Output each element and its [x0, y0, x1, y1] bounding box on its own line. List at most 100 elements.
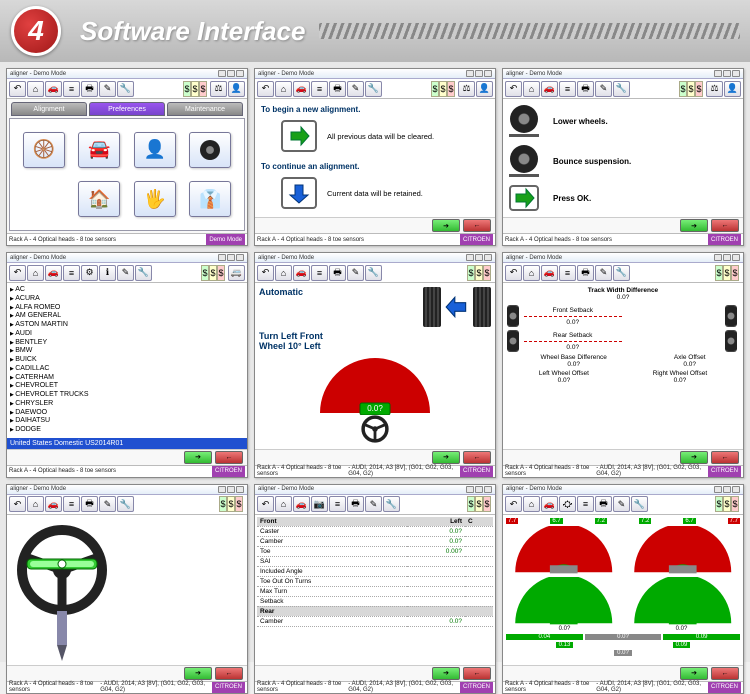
wrench-icon[interactable]: 🔧: [135, 265, 152, 281]
db-icon[interactable]: ⚙: [81, 265, 98, 281]
menu-icon[interactable]: ≡: [329, 496, 346, 512]
next-button[interactable]: ➔: [184, 667, 212, 680]
close-btn[interactable]: [236, 70, 244, 77]
min-btn[interactable]: [218, 254, 226, 261]
close-btn[interactable]: [236, 486, 244, 493]
list-item[interactable]: CHEVROLET: [10, 382, 244, 391]
continue-align-button[interactable]: [281, 177, 317, 209]
menu-icon[interactable]: ≡: [63, 496, 80, 512]
wrench-icon[interactable]: 🔧: [631, 496, 648, 512]
car-icon[interactable]: 🚗: [293, 81, 310, 97]
back-button[interactable]: ←: [215, 667, 243, 680]
ok-button[interactable]: [509, 185, 539, 211]
max-btn[interactable]: [227, 70, 235, 77]
back-button[interactable]: ←: [215, 451, 243, 464]
home-icon[interactable]: ⌂: [27, 496, 44, 512]
veh-icon[interactable]: 🚐: [228, 265, 245, 281]
back-icon[interactable]: ↶: [257, 265, 274, 281]
close-btn[interactable]: [732, 254, 740, 261]
min-btn[interactable]: [714, 254, 722, 261]
car-icon[interactable]: 🚗: [541, 496, 558, 512]
next-button[interactable]: ➔: [680, 451, 708, 464]
scale-icon[interactable]: ⚖: [210, 81, 227, 97]
menu-icon[interactable]: ≡: [311, 81, 328, 97]
max-btn[interactable]: [723, 486, 731, 493]
menu-icon[interactable]: ≡: [577, 496, 594, 512]
max-btn[interactable]: [723, 70, 731, 77]
list-item[interactable]: ASTON MARTIN: [10, 321, 244, 330]
wheel-icon[interactable]: 🛞: [23, 132, 65, 168]
menu-icon[interactable]: ≡: [311, 265, 328, 281]
back-icon[interactable]: ↶: [505, 81, 522, 97]
list-item[interactable]: AC: [10, 286, 244, 295]
menu-icon[interactable]: ≡: [559, 265, 576, 281]
back-button[interactable]: ←: [463, 219, 491, 232]
menu-icon[interactable]: ≡: [63, 265, 80, 281]
max-btn[interactable]: [475, 254, 483, 261]
print-icon[interactable]: 🖶: [81, 496, 98, 512]
user-icon[interactable]: 👤: [476, 81, 493, 97]
list-item[interactable]: AM GENERAL: [10, 312, 244, 321]
new-align-button[interactable]: [281, 120, 317, 152]
car-icon[interactable]: 🚗: [45, 496, 62, 512]
tool-icon[interactable]: ✎: [117, 265, 134, 281]
car-icon[interactable]: 🚗: [45, 265, 62, 281]
tool-icon[interactable]: ✎: [99, 81, 116, 97]
min-btn[interactable]: [466, 486, 474, 493]
home-icon[interactable]: ⌂: [523, 265, 540, 281]
shop-icon[interactable]: 🏠: [78, 181, 120, 217]
max-btn[interactable]: [723, 254, 731, 261]
back-button[interactable]: ←: [711, 667, 739, 680]
car-icon[interactable]: 🚗: [293, 496, 310, 512]
car-icon[interactable]: 🚗: [45, 81, 62, 97]
min-btn[interactable]: [218, 486, 226, 493]
list-item[interactable]: CATERHAM: [10, 374, 244, 383]
close-btn[interactable]: [236, 254, 244, 261]
back-icon[interactable]: ↶: [257, 81, 274, 97]
min-btn[interactable]: [466, 70, 474, 77]
user-icon[interactable]: 👤: [134, 132, 176, 168]
print-icon[interactable]: 🖶: [329, 265, 346, 281]
list-item[interactable]: BENTLEY: [10, 339, 244, 348]
list-item[interactable]: AUDI: [10, 330, 244, 339]
currency-icon[interactable]: $$$: [715, 496, 741, 512]
scale-icon[interactable]: ⚖: [706, 81, 723, 97]
list-item[interactable]: ALFA ROMEO: [10, 304, 244, 313]
home-icon[interactable]: ⌂: [523, 81, 540, 97]
calibrate-icon[interactable]: 🚘: [78, 132, 120, 168]
wrench-icon[interactable]: 🔧: [383, 496, 400, 512]
back-icon[interactable]: ↶: [257, 496, 274, 512]
wrench-icon[interactable]: 🔧: [365, 265, 382, 281]
print-icon[interactable]: 🖶: [577, 265, 594, 281]
home-icon[interactable]: ⌂: [275, 81, 292, 97]
back-button[interactable]: ←: [463, 451, 491, 464]
min-btn[interactable]: [466, 254, 474, 261]
max-btn[interactable]: [227, 254, 235, 261]
list-item[interactable]: DAEWOO: [10, 409, 244, 418]
car-icon[interactable]: 🚗: [541, 265, 558, 281]
list-item[interactable]: DODGE: [10, 426, 244, 435]
min-btn[interactable]: [218, 70, 226, 77]
close-btn[interactable]: [484, 486, 492, 493]
tool-icon[interactable]: ✎: [595, 265, 612, 281]
max-btn[interactable]: [475, 70, 483, 77]
currency-icon[interactable]: $$$: [201, 265, 227, 281]
list-item[interactable]: CHRYSLER: [10, 400, 244, 409]
list-item[interactable]: DAIHATSU: [10, 417, 244, 426]
user-icon[interactable]: 👤: [724, 81, 741, 97]
menu-icon[interactable]: ≡: [63, 81, 80, 97]
back-button[interactable]: ←: [711, 219, 739, 232]
back-icon[interactable]: ↶: [9, 496, 26, 512]
tab-maintenance[interactable]: Maintenance: [167, 102, 243, 116]
print-icon[interactable]: 🖶: [329, 81, 346, 97]
home-icon[interactable]: ⌂: [27, 81, 44, 97]
list-item[interactable]: CHEVROLET TRUCKS: [10, 391, 244, 400]
wrench-icon[interactable]: 🔧: [117, 81, 134, 97]
tab-preferences[interactable]: Preferences: [89, 102, 165, 116]
tool-icon[interactable]: ✎: [99, 496, 116, 512]
home-icon[interactable]: ⌂: [523, 496, 540, 512]
next-button[interactable]: ➔: [432, 667, 460, 680]
list-item[interactable]: CADILLAC: [10, 365, 244, 374]
back-button[interactable]: ←: [711, 451, 739, 464]
tab-alignment[interactable]: Alignment: [11, 102, 87, 116]
